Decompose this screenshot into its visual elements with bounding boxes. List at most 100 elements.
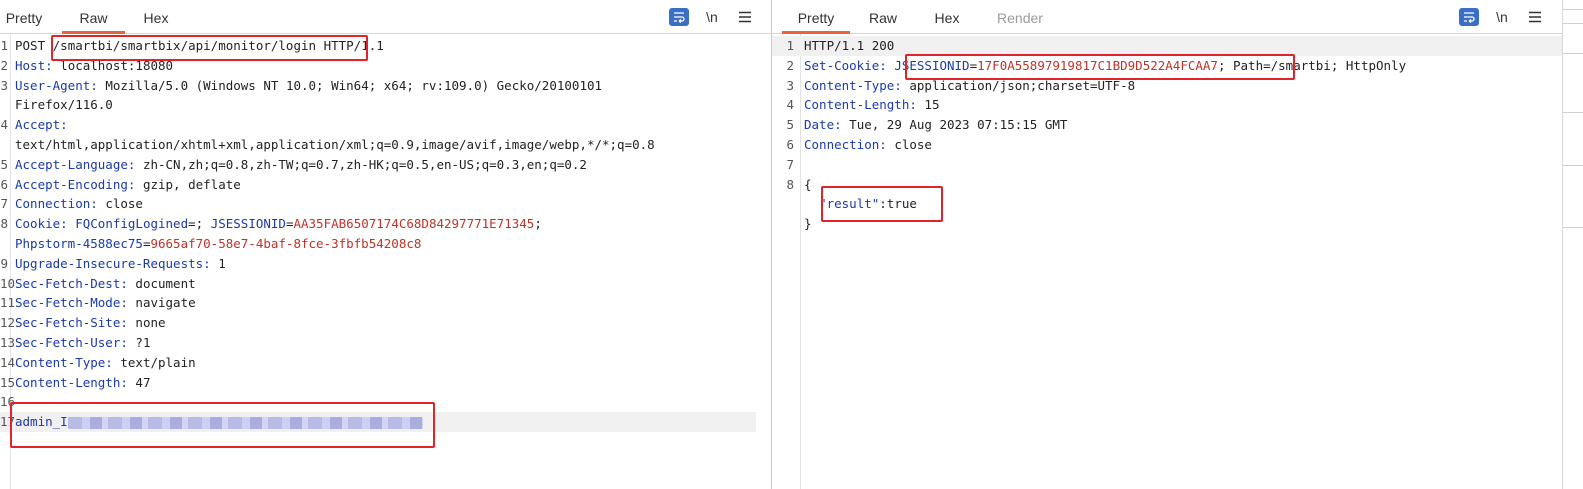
code-text: Cookie: FQConfigLogined=; JSESSIONID=AA3…	[15, 214, 542, 234]
code-line: 7	[772, 155, 1562, 175]
tab-response-hex[interactable]: Hex	[922, 0, 972, 33]
tab-response-pretty[interactable]: Pretty	[782, 0, 850, 34]
line-number: 3	[0, 77, 8, 93]
newline-toggle-button[interactable]: \n	[701, 8, 723, 26]
code-text: text/html,application/xhtml+xml,applicat…	[15, 135, 655, 155]
line-number: 2	[0, 57, 8, 73]
code-text: {	[804, 175, 812, 195]
response-editor[interactable]: 1 HTTP/1.1 200 2 Set-Cookie: JSESSIONID=17F…	[772, 34, 1562, 489]
code-line: 13 Sec-Fetch-User: ?1	[0, 333, 771, 353]
tab-request-raw[interactable]: Raw	[62, 0, 125, 34]
header-value: ;	[534, 216, 542, 232]
code-line: 8{	[772, 175, 1562, 195]
line-number: 15	[0, 374, 16, 390]
request-editor[interactable]: 1 POST /smartbi/smartbix/api/monitor/logi…	[0, 34, 771, 489]
line-number: 14	[0, 354, 16, 370]
code-text: Set-Cookie: JSESSIONID=17F0A55897919817C…	[804, 56, 1406, 76]
line-number: 4	[0, 117, 8, 133]
header-value: /smartbi/smartbix/api/monitor/login	[52, 38, 317, 53]
header-value: 1	[210, 255, 226, 271]
header-key: FQConfigLogined	[75, 216, 189, 232]
header-key: Connection:	[804, 137, 887, 152]
code-text: Content-Length: 15	[804, 95, 939, 115]
line-number: 13	[0, 335, 16, 350]
header-value: {	[804, 176, 812, 192]
header-value	[804, 196, 819, 211]
tab-request-pretty[interactable]: Pretty	[0, 0, 48, 33]
code-line: 1 HTTP/1.1 200	[772, 36, 1562, 56]
line-number: 4	[786, 97, 794, 113]
header-key: Accept-Language:	[15, 156, 136, 172]
header-value: ; Path=/smartbi; HttpOnly	[1217, 57, 1407, 73]
header-key: Content-Length:	[804, 97, 917, 113]
wrap-lines-icon[interactable]	[1459, 8, 1479, 26]
code-text: Content-Length: 47	[15, 373, 150, 393]
header-key: "result"	[819, 196, 880, 212]
line-number: 6	[0, 176, 8, 192]
code-line: 10 Sec-Fetch-Dest: document	[0, 274, 771, 294]
code-text: Sec-Fetch-Site: none	[15, 313, 166, 333]
code-line: "result":true	[772, 194, 1562, 214]
line-number: 7	[786, 156, 794, 172]
header-value: localhost:18080	[52, 57, 174, 73]
header-key: Upgrade-Insecure-Requests:	[15, 255, 211, 271]
line-number: 3	[786, 77, 794, 93]
header-value: 15	[916, 97, 940, 113]
code-line: 8 Cookie: FQConfigLogined=; JSESSIONID=AA…	[0, 214, 771, 234]
header-key: Connection:	[15, 196, 98, 212]
code-text: Host: localhost:18080	[15, 56, 173, 76]
wrap-lines-icon[interactable]	[669, 8, 689, 26]
header-key: admin_I	[15, 414, 68, 430]
header-value: navigate	[127, 295, 196, 311]
header-value: Mozilla/5.0 (Windows NT 10.0; Win64; x64…	[97, 77, 603, 93]
tab-response-render[interactable]: Render	[988, 0, 1052, 33]
code-text: Firefox/116.0	[15, 95, 113, 115]
line-number: 7	[0, 196, 8, 212]
code-text: Content-Type: text/plain	[15, 353, 196, 373]
header-value: :true	[879, 196, 917, 212]
code-text: User-Agent: Mozilla/5.0 (Windows NT 10.0…	[15, 76, 602, 96]
header-key: JSESSIONID	[894, 57, 970, 73]
newline-toggle-button[interactable]: \n	[1491, 8, 1513, 26]
code-line: 3 User-Agent: Mozilla/5.0 (Windows NT 10.…	[0, 76, 771, 96]
header-value: =;	[188, 216, 211, 232]
header-key: Cookie:	[15, 216, 68, 232]
tab-request-hex[interactable]: Hex	[130, 0, 182, 33]
tab-response-raw[interactable]: Raw	[860, 0, 906, 33]
header-key: Accept:	[15, 117, 68, 133]
line-number: 5	[0, 156, 8, 172]
header-value: POST	[15, 38, 53, 53]
header-key: JSESSIONID	[210, 216, 286, 232]
code-line: 14 Content-Type: text/plain	[0, 353, 771, 373]
code-text: Content-Type: application/json;charset=U…	[804, 76, 1135, 96]
line-number: 9	[0, 255, 8, 271]
code-line: 12 Sec-Fetch-Site: none	[0, 313, 771, 333]
code-line: Firefox/116.0	[0, 95, 771, 115]
code-text: }	[804, 214, 812, 234]
code-text: Sec-Fetch-User: ?1	[15, 333, 150, 353]
code-line: 4 Accept:	[0, 115, 771, 135]
hamburger-menu-icon[interactable]	[1526, 8, 1544, 26]
line-number: 17	[0, 414, 16, 430]
header-value: =	[969, 57, 978, 73]
code-line: 2 Set-Cookie: JSESSIONID=17F0A55897919817…	[772, 56, 1562, 76]
code-text: admin_I	[15, 412, 423, 432]
header-key: User-Agent:	[15, 77, 98, 93]
line-number: 8	[786, 176, 794, 192]
code-line: 5 Date: Tue, 29 Aug 2023 07:15:15 GMT	[772, 115, 1562, 135]
header-value: text/plain	[112, 354, 196, 370]
header-key: Date:	[804, 117, 842, 133]
code-line: 4 Content-Length: 15	[772, 95, 1562, 115]
header-value: none	[127, 315, 166, 331]
header-value: Tue, 29 Aug 2023 07:15:15 GMT	[841, 117, 1068, 133]
header-key: Sec-Fetch-Site:	[15, 315, 128, 331]
header-value: HTTP/1.1	[316, 38, 384, 53]
header-key: Set-Cookie:	[804, 57, 887, 73]
redacted-text	[67, 416, 423, 429]
code-text: POST /smartbi/smartbix/api/monitor/login…	[15, 36, 384, 56]
hamburger-menu-icon[interactable]	[736, 8, 754, 26]
line-number: 16	[0, 394, 16, 410]
code-line: 9 Upgrade-Insecure-Requests: 1	[0, 254, 771, 274]
code-line: 7 Connection: close	[0, 194, 771, 214]
header-key: Sec-Fetch-Dest:	[15, 275, 128, 291]
